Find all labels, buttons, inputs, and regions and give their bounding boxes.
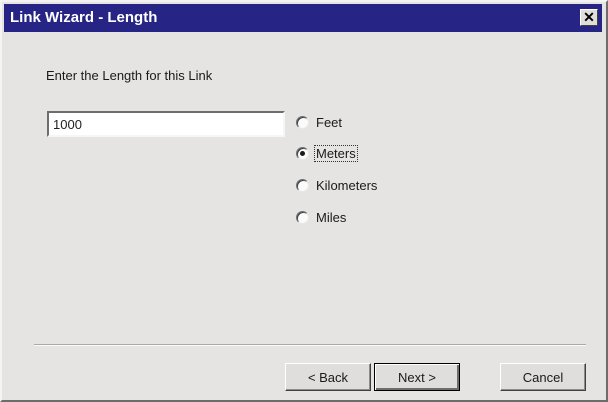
radio-miles-label[interactable]: Miles: [315, 210, 347, 225]
radio-kilometers-circle[interactable]: [296, 178, 309, 192]
back-button[interactable]: < Back: [285, 363, 371, 391]
radio-kilometers-label[interactable]: Kilometers: [315, 178, 378, 193]
radio-meters-label[interactable]: Meters: [314, 144, 358, 162]
radio-feet-label[interactable]: Feet: [315, 115, 343, 130]
radio-meters[interactable]: Meters: [296, 144, 358, 162]
next-button[interactable]: Next >: [374, 363, 460, 391]
close-icon: ✕: [583, 9, 595, 25]
radio-kilometers[interactable]: Kilometers: [296, 176, 378, 194]
radio-feet-circle[interactable]: [296, 115, 309, 129]
radio-miles[interactable]: Miles: [296, 208, 347, 226]
close-button[interactable]: ✕: [580, 9, 598, 26]
footer-separator: [34, 344, 586, 346]
length-input[interactable]: [47, 111, 285, 137]
radio-miles-circle[interactable]: [296, 210, 309, 224]
length-prompt: Enter the Length for this Link: [46, 68, 213, 83]
cancel-button[interactable]: Cancel: [500, 363, 586, 391]
window-title: Link Wizard - Length: [10, 9, 158, 26]
radio-meters-circle[interactable]: [296, 146, 309, 160]
link-wizard-window: Link Wizard - Length ✕ Enter the Length …: [0, 0, 608, 402]
radio-feet[interactable]: Feet: [296, 113, 343, 131]
title-bar[interactable]: Link Wizard - Length ✕: [4, 4, 602, 32]
